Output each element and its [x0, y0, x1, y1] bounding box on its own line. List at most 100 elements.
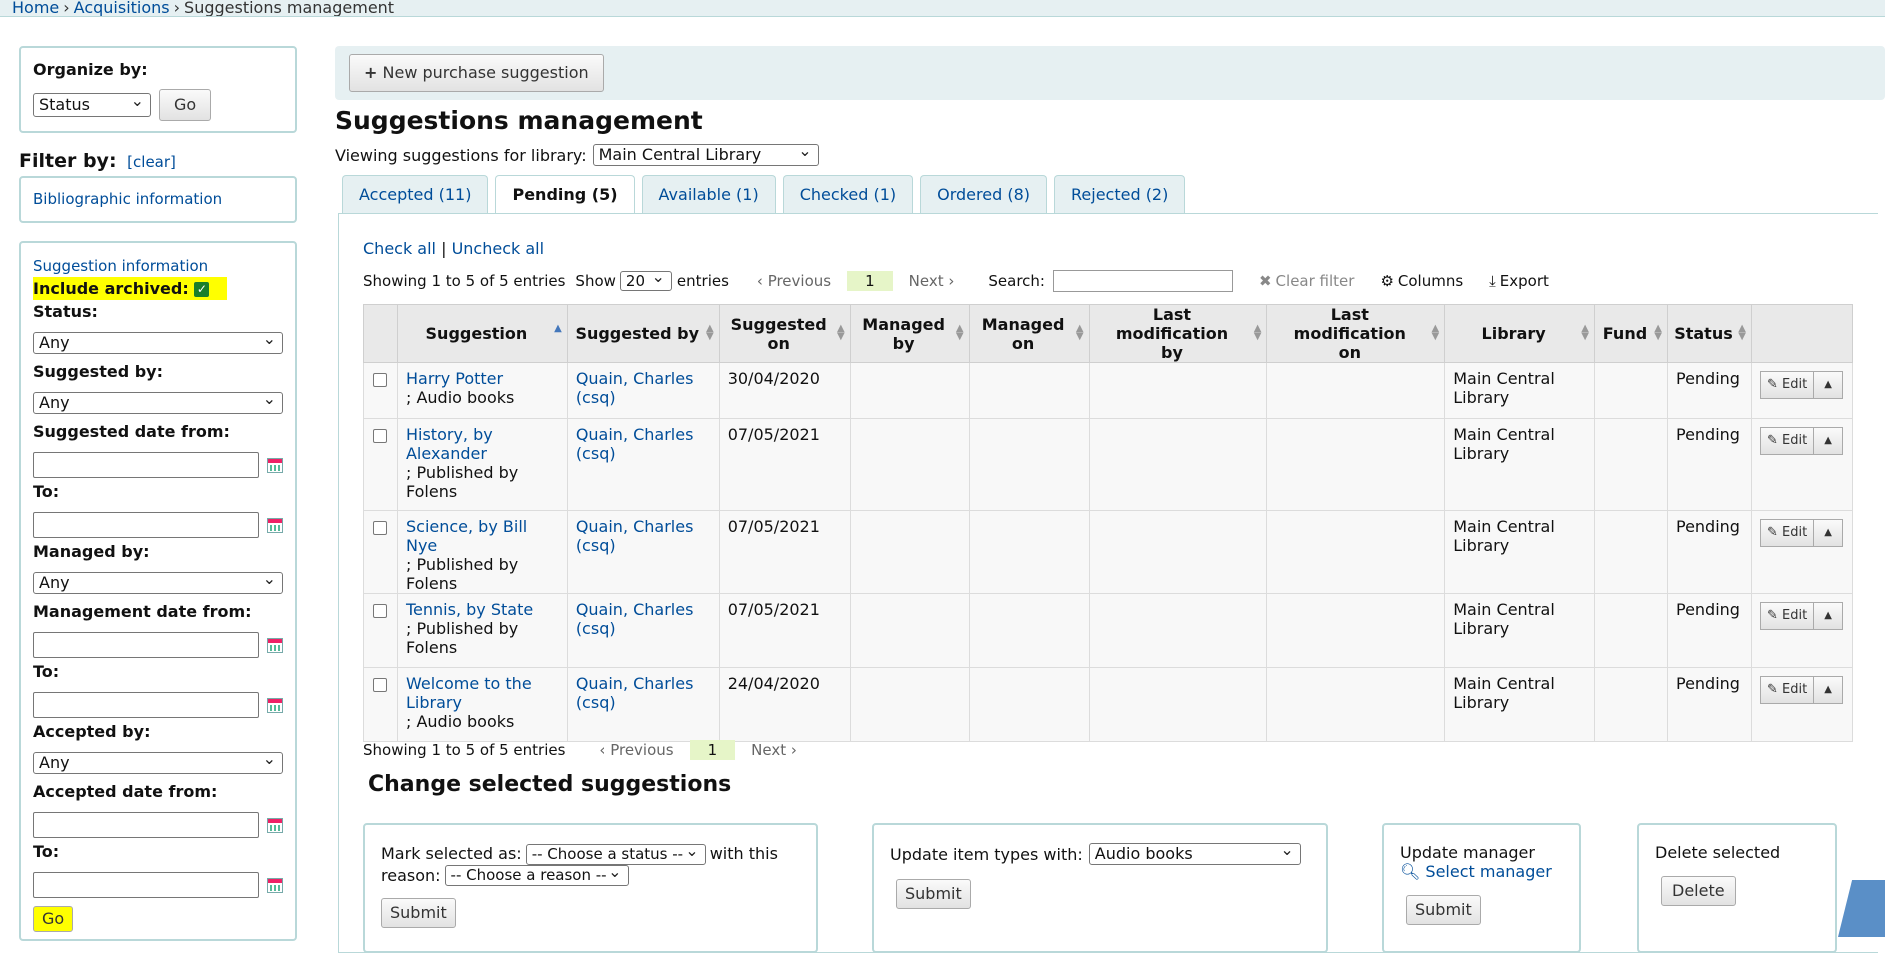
calendar-icon[interactable]	[267, 517, 283, 533]
reason-select[interactable]: -- Choose a reason --	[444, 865, 629, 886]
previous-page-button[interactable]: ‹ Previous	[757, 272, 831, 290]
actions-dropdown-toggle[interactable]: ▲	[1814, 371, 1843, 399]
breadcrumb-acquisitions-link[interactable]: Acquisitions	[74, 0, 170, 16]
select-manager-link[interactable]: 🔍︎ Select manager	[1400, 862, 1552, 881]
new-suggestion-button[interactable]: + New purchase suggestion	[349, 54, 604, 92]
accepted-from-input[interactable]	[33, 812, 259, 838]
suggested-to-input[interactable]	[33, 512, 259, 538]
tab-available[interactable]: Available (1)	[641, 175, 776, 213]
suggested-by-link[interactable]: Quain, Charles (csq)	[576, 600, 694, 638]
export-button[interactable]: ⤓ Export	[1489, 272, 1549, 290]
column-header-suggested-on[interactable]: Suggested on ▲ ▼	[718, 304, 851, 363]
column-header-status[interactable]: Status ▲ ▼	[1666, 304, 1752, 363]
suggested-by-link[interactable]: Quain, Charles (csq)	[576, 369, 694, 407]
manager-submit-button[interactable]: Submit	[1406, 895, 1481, 925]
mark-submit-button[interactable]: Submit	[381, 898, 456, 928]
status-select[interactable]: Any	[33, 332, 283, 354]
include-archived-checkbox[interactable]: ✓	[194, 282, 210, 297]
columns-button[interactable]: ⚙ Columns	[1380, 272, 1463, 290]
column-header-last-mod-on[interactable]: Last modification on ▲ ▼	[1266, 304, 1446, 363]
managed-by-select[interactable]: Any	[33, 572, 283, 594]
organize-select[interactable]: Status	[33, 93, 151, 117]
clear-filter-button[interactable]: ✖ Clear filter	[1259, 272, 1354, 290]
column-header-suggestion[interactable]: Suggestion ▲	[396, 304, 568, 363]
gear-icon: ⚙	[1380, 272, 1394, 290]
suggested-by-select[interactable]: Any	[33, 392, 283, 414]
row-checkbox[interactable]	[373, 429, 388, 443]
suggested-by-link[interactable]: Quain, Charles (csq)	[576, 517, 694, 555]
management-to-input[interactable]	[33, 692, 259, 718]
suggestion-info-link[interactable]: Suggestion information	[33, 257, 208, 275]
breadcrumb-home-link[interactable]: Home	[12, 0, 59, 16]
current-page[interactable]: 1	[847, 271, 893, 291]
column-header-managed-by[interactable]: Managed by ▲ ▼	[849, 304, 970, 363]
accepted-to-input[interactable]	[33, 872, 259, 898]
calendar-icon[interactable]	[267, 457, 283, 473]
edit-button[interactable]: ✎ Edit	[1759, 427, 1815, 455]
actions-dropdown-toggle[interactable]: ▲	[1814, 676, 1843, 704]
uncheck-all-link[interactable]: Uncheck all	[452, 239, 544, 258]
calendar-icon[interactable]	[267, 697, 283, 713]
library-select[interactable]: Main Central Library	[592, 144, 819, 166]
actions-dropdown-toggle[interactable]: ▲	[1814, 602, 1843, 630]
sort-icon: ▲ ▼	[1581, 323, 1589, 342]
suggestion-title-link[interactable]: Tennis, by State	[406, 600, 533, 619]
row-checkbox[interactable]	[373, 373, 388, 387]
status-cell: Pending	[1666, 362, 1752, 419]
mark-label: Mark selected as:	[381, 844, 522, 863]
delete-button[interactable]: Delete	[1661, 876, 1736, 906]
item-type-submit-button[interactable]: Submit	[896, 879, 971, 909]
actions-dropdown-toggle[interactable]: ▲	[1814, 519, 1843, 547]
previous-page-button[interactable]: ‹ Previous	[599, 741, 673, 759]
row-checkbox[interactable]	[373, 678, 388, 692]
edit-button[interactable]: ✎ Edit	[1759, 602, 1815, 630]
suggested-by-link[interactable]: Quain, Charles (csq)	[576, 425, 694, 463]
row-checkbox[interactable]	[373, 521, 388, 535]
edit-button[interactable]: ✎ Edit	[1759, 519, 1815, 547]
check-all-link[interactable]: Check all	[363, 239, 436, 258]
tab-accepted[interactable]: Accepted (11)	[342, 175, 489, 213]
current-page[interactable]: 1	[689, 740, 736, 760]
tab-pending[interactable]: Pending (5)	[495, 175, 635, 214]
accepted-by-select[interactable]: Any	[33, 752, 283, 774]
item-type-select[interactable]: Audio books	[1088, 843, 1301, 865]
organize-go-button[interactable]: Go	[159, 89, 212, 121]
clear-filters-link[interactable]: [clear]	[127, 153, 176, 171]
breadcrumb-separator: ›	[173, 0, 181, 17]
calendar-icon[interactable]	[267, 637, 283, 653]
sort-icon: ▲ ▼	[1431, 323, 1440, 342]
column-header-managed-on[interactable]: Managed on ▲ ▼	[968, 304, 1090, 363]
delete-selected-label: Delete selected	[1655, 843, 1781, 862]
tab-checked[interactable]: Checked (1)	[782, 175, 914, 213]
calendar-icon[interactable]	[267, 817, 283, 833]
suggested-by-link[interactable]: Quain, Charles (csq)	[576, 674, 694, 712]
showing-info-bottom: Showing 1 to 5 of 5 entries	[363, 741, 566, 759]
next-page-button[interactable]: Next ›	[751, 741, 797, 759]
row-checkbox[interactable]	[373, 604, 388, 618]
column-header-suggested-by[interactable]: Suggested by ▲ ▼	[566, 304, 720, 363]
actions-dropdown-toggle[interactable]: ▲	[1814, 427, 1843, 455]
suggestion-title-link[interactable]: Harry Potter	[406, 369, 503, 388]
calendar-icon[interactable]	[267, 877, 283, 893]
search-input[interactable]	[1052, 270, 1233, 292]
sort-icon: ▲ ▼	[1654, 323, 1662, 342]
filter-go-button[interactable]: Go	[33, 906, 74, 932]
suggestion-title-link[interactable]: History, by Alexander	[406, 425, 493, 463]
tab-rejected[interactable]: Rejected (2)	[1054, 175, 1186, 213]
suggestion-title-link[interactable]: Welcome to the Library	[406, 674, 532, 712]
management-from-input[interactable]	[33, 632, 259, 658]
bibliographic-info-link[interactable]: Bibliographic information	[33, 190, 222, 208]
column-header-fund[interactable]: Fund ▲ ▼	[1594, 304, 1668, 363]
entries-select[interactable]: 20	[619, 271, 672, 291]
edit-button[interactable]: ✎ Edit	[1759, 371, 1815, 399]
tab-ordered[interactable]: Ordered (8)	[920, 175, 1047, 213]
suggested-from-input[interactable]	[33, 452, 259, 478]
suggestion-title-link[interactable]: Science, by Bill Nye	[406, 517, 527, 555]
edit-button[interactable]: ✎ Edit	[1759, 676, 1815, 704]
pencil-icon: ✎	[1766, 525, 1778, 540]
next-page-button[interactable]: Next ›	[909, 272, 955, 290]
column-header-last-mod-by[interactable]: Last modification by ▲ ▼	[1088, 304, 1268, 363]
plus-icon: +	[364, 63, 378, 82]
column-header-library[interactable]: Library ▲ ▼	[1444, 304, 1595, 363]
status-choice-select[interactable]: -- Choose a status --	[525, 843, 706, 865]
